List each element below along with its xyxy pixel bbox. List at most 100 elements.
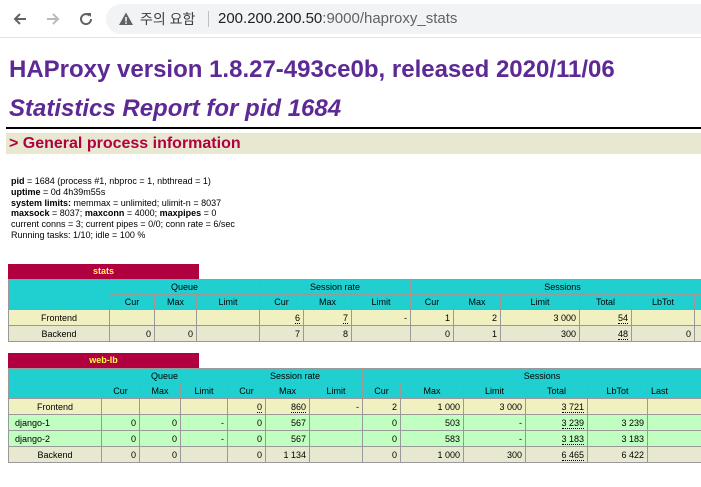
url-text[interactable]: 200.200.200.50:9000/haproxy_stats (218, 10, 457, 28)
reload-icon (80, 13, 93, 26)
table-cell: 1 000 (400, 398, 465, 415)
table-cell (308, 414, 364, 431)
table-cell: 503 (400, 414, 465, 431)
table-cell (196, 325, 260, 342)
info-tasks: Running tasks: 1/10; idle = 100 % (11, 229, 146, 240)
header-blank (8, 279, 110, 310)
page-title: HAProxy version 1.8.27-493ce0b, released… (9, 56, 615, 83)
table-cell (308, 446, 364, 463)
col-cur: Cur (109, 294, 155, 310)
table-cell: - (180, 430, 228, 447)
col-limit: Limit (196, 294, 260, 310)
subheader-row: Cur Max Limit Cur Max Limit Cur Max Limit Total… (9, 383, 701, 399)
backend-row[interactable]: Backend 00 01 134 01 000 300 6 465 6 422 (8, 446, 701, 463)
table-cell (101, 398, 140, 415)
table-cell (180, 446, 228, 463)
table-cell: 1 000 (400, 446, 465, 463)
forward-button[interactable] (40, 6, 66, 32)
table-cell (631, 309, 696, 326)
table-cell: 0 (227, 430, 266, 447)
info-text: = 1684 (process #1, nbproc = 1, nbthread… (24, 176, 211, 186)
table-cell: 0 (362, 446, 402, 463)
col-limit: Limit (180, 383, 228, 399)
col-limit: Limit (308, 383, 364, 399)
stats-table: Queue Session rate Sessions Cur Max Limit … (8, 279, 701, 342)
table-cell: 1 (453, 325, 502, 342)
address-bar[interactable]: 주의 요함 200.200.200.50:9000/haproxy_stats (106, 4, 701, 34)
info-text: = 8037; (49, 208, 85, 219)
col-cur: Cur (362, 383, 402, 399)
table-cell (694, 325, 701, 342)
table-cell: 0 (139, 446, 181, 463)
info-text: maxconn (84, 208, 125, 219)
col-limit: Limit (463, 383, 527, 399)
header-blank (8, 368, 102, 399)
table-cell: - (463, 414, 527, 431)
proxy-name-web-lb[interactable]: web-lb (8, 353, 199, 368)
table-cell (694, 309, 701, 326)
table-cell: 300 (500, 325, 581, 342)
divider (6, 127, 701, 129)
table-cell: 2 (453, 309, 502, 326)
info-text: = 0 (201, 208, 217, 219)
info-text: pid (11, 176, 25, 186)
table-cell: 0 (362, 430, 402, 447)
info-text: maxsock (11, 208, 50, 219)
table-cell: 2 (362, 398, 402, 415)
table-cell: 567 (265, 430, 310, 447)
table-cell: 0 (410, 325, 455, 342)
reload-button[interactable] (73, 6, 99, 32)
table-cell: 0 (101, 414, 140, 431)
warning-icon[interactable] (118, 11, 134, 27)
col-max: Max (154, 294, 197, 310)
frontend-row[interactable]: Frontend 67- 123 000 54 (8, 309, 701, 326)
url-host: 200.200.200.50 (218, 10, 323, 27)
proxy-name-stats[interactable]: stats (8, 264, 199, 279)
table-cell: 0 (154, 325, 197, 342)
security-label[interactable]: 주의 요함 (140, 11, 195, 27)
col-lbtot: LbTot (587, 383, 649, 399)
info-text: maxpipes (159, 208, 202, 219)
table-cell: 0 (101, 446, 140, 463)
table-cell: 8 (303, 325, 352, 342)
queue-header: Queue (101, 368, 228, 384)
table-cell: 3 239 (525, 414, 589, 431)
row-label: Frontend (8, 398, 102, 415)
queue-header: Queue (109, 279, 260, 295)
info-limits: system limits: memmax = unlimited; ulimi… (11, 198, 235, 209)
url-path: :9000/haproxy_stats (322, 10, 458, 27)
info-text: system limits: (11, 197, 72, 208)
table-cell: - (463, 430, 527, 447)
backend-row[interactable]: Backend 00 78 0 1 300 48 0 (8, 325, 701, 342)
page-subtitle: Statistics Report for pid 1684 (9, 95, 342, 122)
sessions-header: Sessions (410, 279, 701, 295)
col-max: Max (139, 383, 181, 399)
url-divider (208, 11, 209, 27)
col-cur: Cur (227, 383, 266, 399)
table-cell: 6 (259, 309, 304, 326)
col-max: Max (265, 383, 310, 399)
server-row-django-1[interactable]: django-1 00- 0 567 0 503-3 239 3 239 (8, 414, 701, 431)
table-cell (139, 398, 181, 415)
back-button[interactable] (7, 6, 33, 32)
table-cell: 1 (410, 309, 455, 326)
table-cell: 3 000 (500, 309, 581, 326)
row-label: Backend (8, 446, 102, 463)
table-cell: 0 (227, 414, 266, 431)
col-cur: Cur (410, 294, 455, 310)
table-cell: 0 (227, 446, 266, 463)
info-uptime: uptime = 0d 4h39m55s (11, 187, 235, 198)
info-text: memmax = unlimited; ulimit-n = 8037 (71, 197, 222, 208)
info-text: = 0d 4h39m55s (40, 186, 106, 197)
row-label: django-2 (8, 430, 102, 447)
session-rate-header: Session rate (226, 368, 364, 384)
server-row-django-2[interactable]: django-2 00- 0 567 0 583-3 183 3 183 (8, 430, 701, 447)
table-cell: 48 (579, 325, 633, 342)
frontend-row[interactable]: Frontend 0 860- 21 000 3 000 3 721 (8, 398, 701, 415)
table-cell (196, 309, 260, 326)
table-cell: - (308, 398, 364, 415)
info-text: uptime (11, 186, 41, 197)
table-cell: 300 (463, 446, 527, 463)
table-cell: 0 (109, 325, 155, 342)
table-cell: 0 (139, 430, 181, 447)
